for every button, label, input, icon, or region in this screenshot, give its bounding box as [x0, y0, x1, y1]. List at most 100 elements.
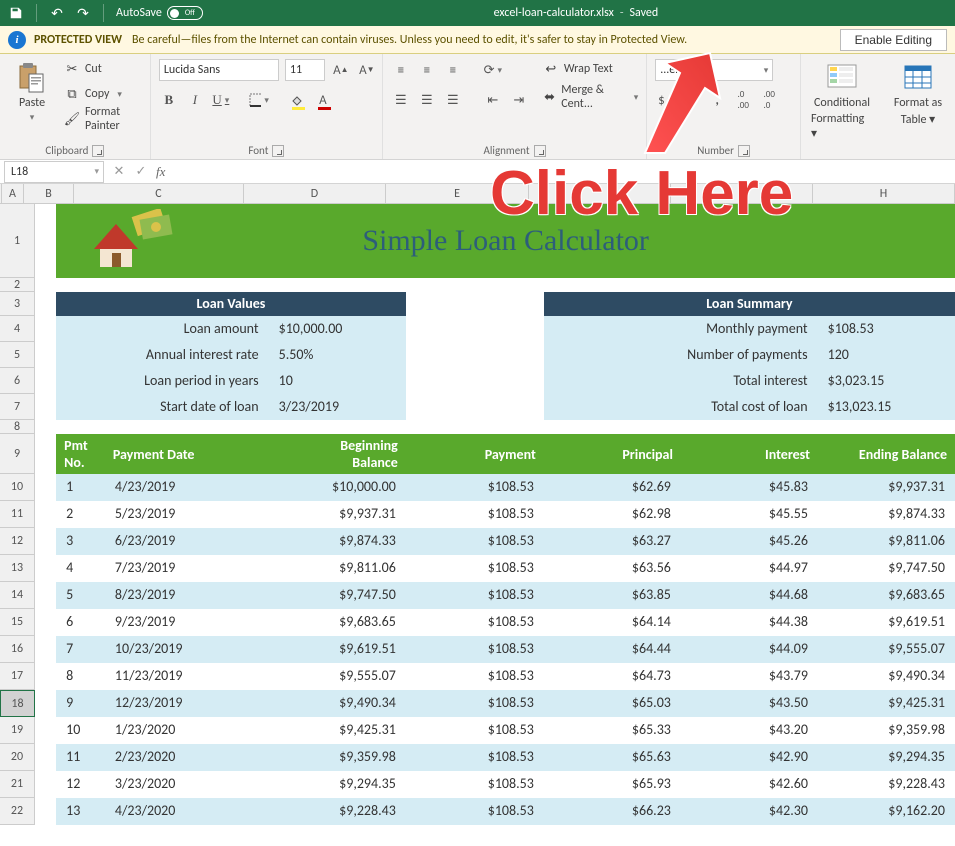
number-format-combo[interactable]: ...eral: [655, 59, 773, 81]
enable-editing-button[interactable]: Enable Editing: [840, 29, 947, 51]
accounting-format-icon[interactable]: $: [655, 90, 675, 110]
amort-cell[interactable]: $42.30: [681, 798, 818, 825]
table-row[interactable]: 58/23/2019$9,747.50$108.53$63.85$44.68$9…: [35, 582, 955, 609]
amort-cell[interactable]: $62.69: [544, 474, 681, 501]
format-as-table-button[interactable]: Format as Table ▾: [889, 58, 947, 131]
amort-cell[interactable]: $62.98: [544, 501, 681, 528]
amort-cell[interactable]: $9,359.98: [269, 744, 406, 771]
amort-cell[interactable]: 9/23/2019: [105, 609, 269, 636]
col-header-blank[interactable]: [529, 184, 671, 204]
font-name-combo[interactable]: Lucida Sans: [159, 59, 279, 81]
increase-indent-icon[interactable]: ⇥: [509, 90, 529, 110]
amort-cell[interactable]: $9,294.35: [269, 771, 406, 798]
amort-cell[interactable]: $108.53: [406, 717, 544, 744]
amort-cell[interactable]: 3/23/2020: [105, 771, 269, 798]
amort-cell[interactable]: $44.68: [681, 582, 818, 609]
amort-cell[interactable]: $9,683.65: [269, 609, 406, 636]
table-row[interactable]: 811/23/2019$9,555.07$108.53$64.73$43.79$…: [35, 663, 955, 690]
copy-button[interactable]: ⧉Copy: [64, 83, 142, 105]
row-header-12[interactable]: 12: [0, 528, 35, 555]
amort-cell[interactable]: $43.50: [681, 690, 818, 717]
row-header-2[interactable]: 2: [0, 278, 35, 292]
amort-cell[interactable]: 4: [56, 555, 105, 582]
col-header-C[interactable]: C: [74, 184, 244, 204]
row-header-15[interactable]: 15: [0, 609, 35, 636]
amort-cell[interactable]: $108.53: [406, 582, 544, 609]
align-center-icon[interactable]: ☰: [417, 90, 437, 110]
amort-cell[interactable]: $9,747.50: [818, 555, 955, 582]
bold-button[interactable]: B: [159, 90, 179, 110]
amort-cell[interactable]: $9,874.33: [818, 501, 955, 528]
amort-cell[interactable]: $64.14: [544, 609, 681, 636]
row-header-16[interactable]: 16: [0, 636, 35, 663]
row-header-9[interactable]: 9: [0, 434, 35, 474]
table-row[interactable]: 25/23/2019$9,937.31$108.53$62.98$45.55$9…: [35, 501, 955, 528]
row-header-14[interactable]: 14: [0, 582, 35, 609]
orientation-icon[interactable]: ⟳: [483, 60, 503, 80]
amort-cell[interactable]: $108.53: [406, 474, 544, 501]
cancel-icon[interactable]: ✕: [108, 164, 130, 179]
table-row[interactable]: 112/23/2020$9,359.98$108.53$65.63$42.90$…: [35, 744, 955, 771]
amort-cell[interactable]: 6: [56, 609, 105, 636]
table-row[interactable]: 14/23/2019$10,000.00$108.53$62.69$45.83$…: [35, 474, 955, 501]
merge-center-button[interactable]: ⬌Merge & Cent...: [543, 86, 638, 108]
amort-cell[interactable]: 5/23/2019: [105, 501, 269, 528]
amort-cell[interactable]: $64.73: [544, 663, 681, 690]
amort-cell[interactable]: 2/23/2020: [105, 744, 269, 771]
row-header-19[interactable]: 19: [0, 717, 35, 744]
table-row[interactable]: 123/23/2020$9,294.35$108.53$65.93$42.60$…: [35, 771, 955, 798]
row-header-21[interactable]: 21: [0, 771, 35, 798]
table-row[interactable]: 134/23/2020$9,228.43$108.53$66.23$42.30$…: [35, 798, 955, 825]
amort-cell[interactable]: 11/23/2019: [105, 663, 269, 690]
save-icon[interactable]: [6, 3, 26, 23]
amort-cell[interactable]: $63.85: [544, 582, 681, 609]
amort-cell[interactable]: 5: [56, 582, 105, 609]
underline-button[interactable]: U: [211, 90, 231, 110]
table-row[interactable]: 47/23/2019$9,811.06$108.53$63.56$44.97$9…: [35, 555, 955, 582]
dialog-launcher-icon[interactable]: [92, 145, 104, 157]
row-header-22[interactable]: 22: [0, 798, 35, 825]
amort-cell[interactable]: $65.33: [544, 717, 681, 744]
amort-cell[interactable]: $65.03: [544, 690, 681, 717]
loan-value-cell[interactable]: 5.50%: [269, 342, 406, 368]
row-header-7[interactable]: 7: [0, 394, 35, 420]
amort-cell[interactable]: $42.90: [681, 744, 818, 771]
amort-cell[interactable]: $43.79: [681, 663, 818, 690]
amort-cell[interactable]: 12/23/2019: [105, 690, 269, 717]
amort-cell[interactable]: $9,811.06: [818, 528, 955, 555]
autosave-toggle[interactable]: AutoSave Off: [116, 6, 203, 20]
comma-format-icon[interactable]: ,: [707, 90, 727, 110]
amort-cell[interactable]: 8: [56, 663, 105, 690]
amort-cell[interactable]: 3: [56, 528, 105, 555]
col-header-E[interactable]: E: [386, 184, 529, 204]
amort-cell[interactable]: $9,228.43: [818, 771, 955, 798]
sheet-content[interactable]: Simple Loan Calculator Loan Values Loan …: [35, 204, 955, 825]
increase-decimal-icon[interactable]: .0.00: [733, 90, 753, 110]
amort-cell[interactable]: 6/23/2019: [105, 528, 269, 555]
row-header-6[interactable]: 6: [0, 368, 35, 394]
amort-cell[interactable]: $45.55: [681, 501, 818, 528]
row-header-4[interactable]: 4: [0, 316, 35, 342]
col-header-blank[interactable]: [671, 184, 813, 204]
redo-icon[interactable]: ↷: [73, 3, 93, 23]
amort-cell[interactable]: $108.53: [406, 555, 544, 582]
amort-cell[interactable]: 1/23/2020: [105, 717, 269, 744]
amort-cell[interactable]: 7/23/2019: [105, 555, 269, 582]
amort-cell[interactable]: $44.97: [681, 555, 818, 582]
row-header-8[interactable]: 8: [0, 420, 35, 434]
col-header-A[interactable]: A: [2, 184, 24, 204]
amort-cell[interactable]: $9,874.33: [269, 528, 406, 555]
amort-cell[interactable]: $9,425.31: [269, 717, 406, 744]
amort-cell[interactable]: $108.53: [406, 744, 544, 771]
amort-cell[interactable]: 8/23/2019: [105, 582, 269, 609]
amort-cell[interactable]: $9,619.51: [269, 636, 406, 663]
row-header-11[interactable]: 11: [0, 501, 35, 528]
amort-cell[interactable]: 11: [56, 744, 105, 771]
amort-cell[interactable]: $9,490.34: [818, 663, 955, 690]
amort-cell[interactable]: $63.56: [544, 555, 681, 582]
row-header-10[interactable]: 10: [0, 474, 35, 501]
align-bottom-icon[interactable]: ≡: [443, 60, 463, 80]
col-header-D[interactable]: D: [244, 184, 386, 204]
amort-cell[interactable]: $108.53: [406, 771, 544, 798]
cut-button[interactable]: ✂Cut: [64, 58, 142, 80]
